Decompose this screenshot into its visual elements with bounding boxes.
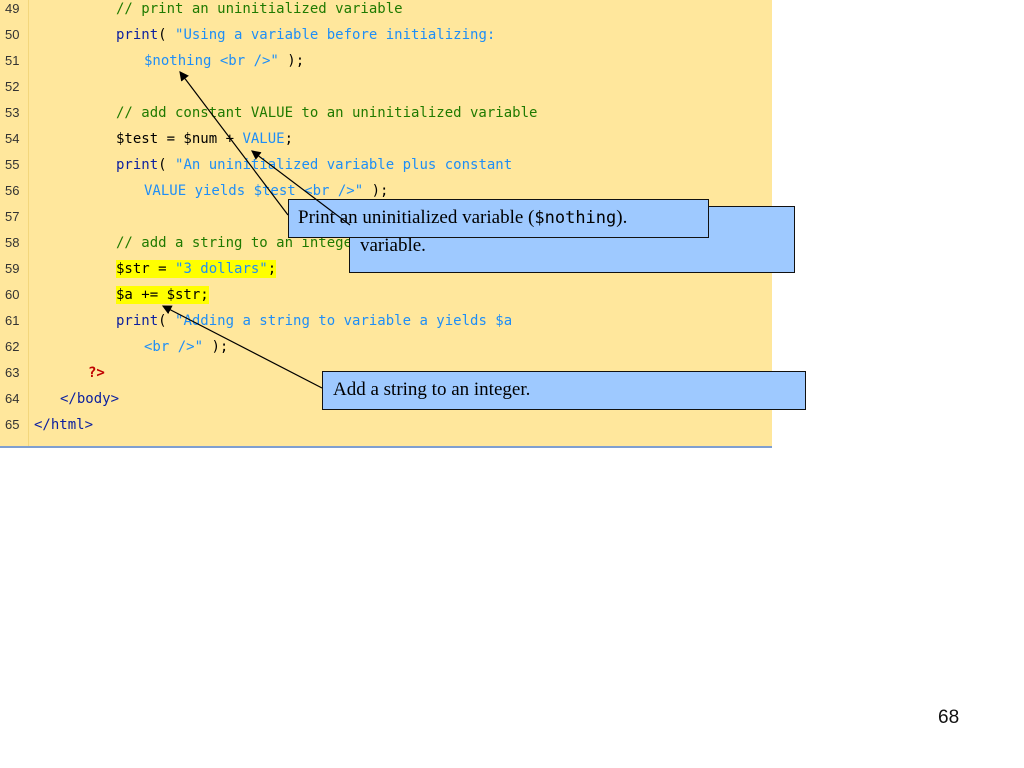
- page-number: 68: [938, 707, 960, 728]
- arrow-add-string: [161, 305, 323, 389]
- callout-arrows: [161, 71, 351, 389]
- arrow-print-nothing: [179, 71, 289, 216]
- arrow-add-constant: [251, 150, 351, 226]
